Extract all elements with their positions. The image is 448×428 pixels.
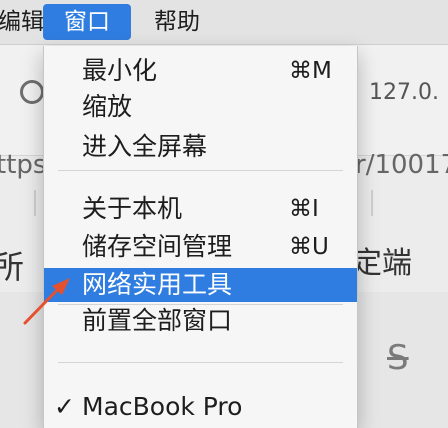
address-text: 127.0. (369, 80, 439, 105)
menu-item-shortcut: ⌘U (289, 234, 329, 260)
menu-item-shortcut: ⌘M (289, 58, 332, 84)
menu-item-label: 缩放 (82, 92, 133, 121)
menubar-item-window[interactable]: 窗口 (43, 4, 131, 40)
divider (371, 190, 373, 216)
menu-separator (58, 362, 343, 363)
menu-item-zoom[interactable]: 缩放 (44, 90, 357, 124)
menu-item-label: 前置全部窗口 (82, 306, 233, 335)
background-text-left: 所 (0, 248, 25, 286)
background-text-right: 定端 (352, 246, 412, 281)
menu-item-label: 最小化 (82, 56, 158, 85)
menu-item-minimize[interactable]: 最小化 ⌘M (44, 54, 357, 88)
menu-item-storage-management[interactable]: 储存空间管理 ⌘U (44, 230, 357, 264)
strikethrough-icon[interactable]: S (387, 338, 409, 378)
menu-item-label: 储存空间管理 (82, 232, 233, 261)
menu-item-label: 关于本机 (82, 194, 183, 223)
menubar-item-help[interactable]: 帮助 (146, 4, 208, 40)
browser-icon[interactable] (20, 80, 44, 104)
menu-item-label: 网络实用工具 (82, 270, 233, 299)
menu-separator (58, 170, 343, 171)
menu-item-label: MacBook Pro (82, 392, 243, 421)
menu-item-label: 进入全屏幕 (82, 132, 208, 161)
divider (34, 190, 36, 216)
menu-item-about-this-mac[interactable]: 关于本机 ⌘I (44, 192, 357, 226)
window-menu-dropdown: 最小化 ⌘M 缩放 进入全屏幕 关于本机 ⌘I 储存空间管理 ⌘U 网络实用工具… (43, 46, 358, 428)
url-fragment-right: r/10017 (355, 150, 448, 180)
menu-item-shortcut: ⌘I (289, 196, 319, 222)
checkmark-icon: ✓ (54, 392, 75, 421)
menu-bar: 编辑 窗口 帮助 (0, 0, 448, 45)
url-fragment-left: ttps (0, 150, 47, 180)
menu-item-network-utility[interactable]: 网络实用工具 (44, 268, 357, 302)
menu-item-bring-all-to-front[interactable]: 前置全部窗口 (44, 304, 357, 338)
menu-item-window-macbook-pro[interactable]: ✓ MacBook Pro (44, 390, 357, 424)
menu-item-enter-fullscreen[interactable]: 进入全屏幕 (44, 130, 357, 164)
